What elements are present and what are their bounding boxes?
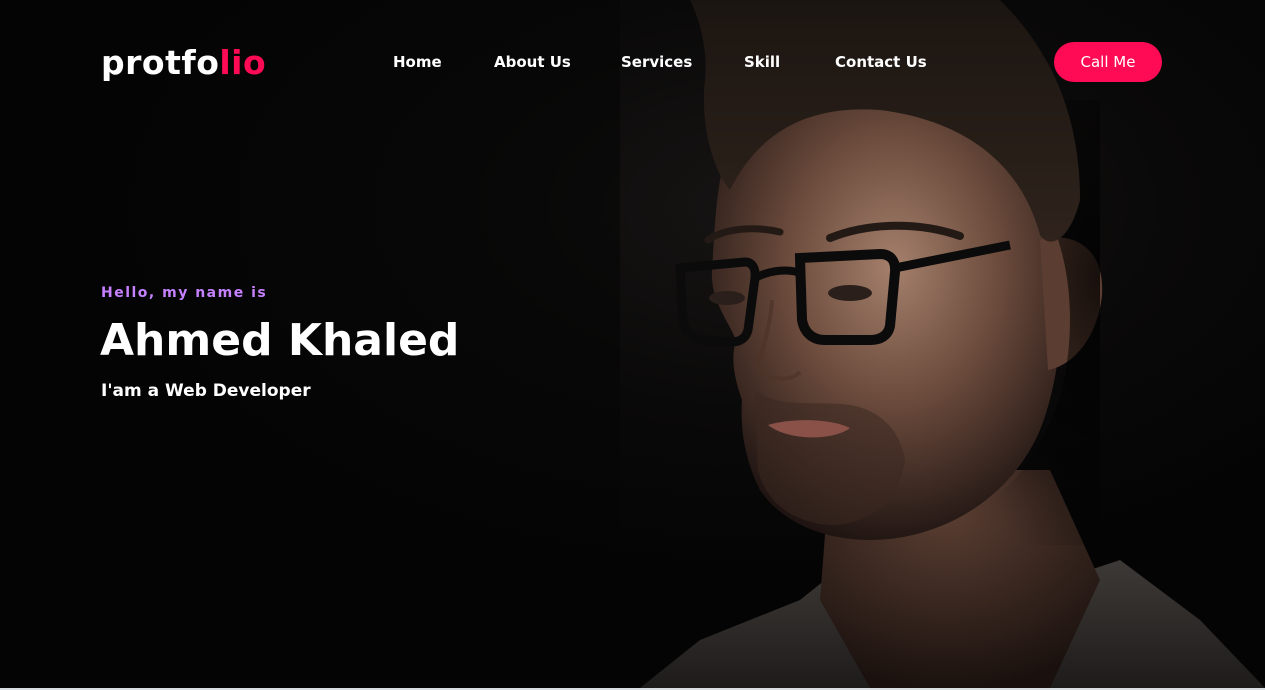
nav-link-services[interactable]: Services: [621, 51, 692, 73]
nav-link-about-us[interactable]: About Us: [494, 51, 571, 73]
hero-role: I'am a Web Developer: [101, 381, 311, 401]
logo-accent-text: lio: [219, 43, 267, 82]
nav-link-skill[interactable]: Skill: [744, 51, 780, 73]
navbar: protfolio Home About Us Services Skill C…: [0, 0, 1265, 124]
nav-link-contact-us[interactable]: Contact Us: [835, 51, 927, 73]
hero-section: protfolio Home About Us Services Skill C…: [0, 0, 1265, 688]
hero-greeting: Hello, my name is: [101, 285, 268, 301]
nav-link-home[interactable]: Home: [393, 51, 442, 73]
logo[interactable]: protfolio: [101, 40, 266, 86]
hero-name: Ahmed Khaled: [100, 315, 460, 366]
logo-main-text: protfo: [101, 43, 220, 82]
call-me-button[interactable]: Call Me: [1054, 42, 1162, 82]
